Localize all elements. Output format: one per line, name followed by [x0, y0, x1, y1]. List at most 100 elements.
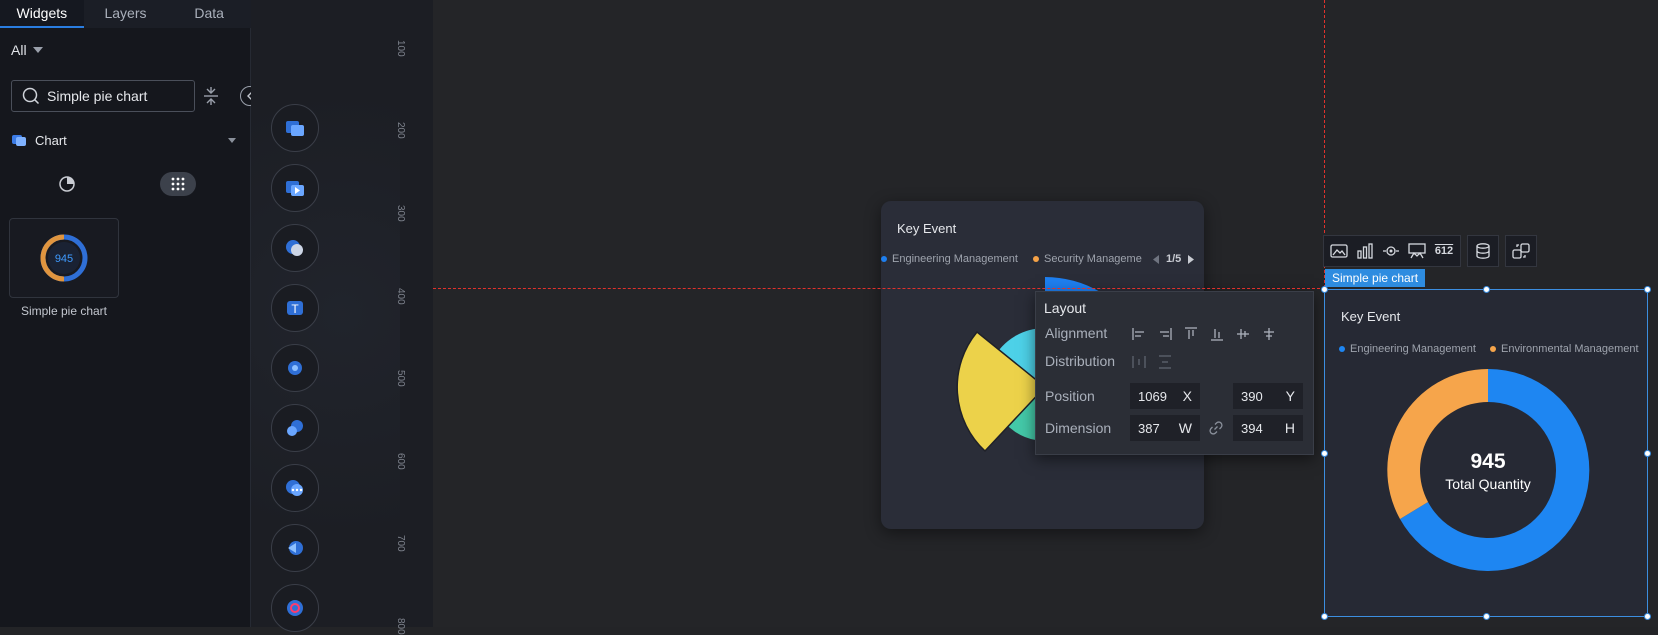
strip-text-icon[interactable]: T: [271, 284, 319, 332]
legend-dot-icon: [1490, 346, 1496, 352]
position-y-field[interactable]: 390 Y: [1233, 383, 1303, 409]
tab-widgets[interactable]: Widgets: [0, 0, 84, 28]
panel-tabs: Widgets Layers Data: [0, 0, 251, 28]
search-input[interactable]: [47, 88, 187, 104]
pager-prev-icon[interactable]: [1153, 254, 1160, 264]
widgets-panel: Widgets Layers Data All Chart: [0, 0, 260, 627]
center-value: 945: [1470, 450, 1505, 473]
center-label: Total Quantity: [1445, 476, 1531, 492]
widget-label: Simple pie chart: [20, 304, 108, 318]
caret-down-icon: [32, 47, 43, 53]
toolbar-group-main: 612: [1323, 235, 1461, 267]
dimension-w-field[interactable]: 387 W: [1130, 415, 1200, 441]
category-label: Chart: [35, 132, 67, 148]
align-middle-icon[interactable]: [1235, 326, 1251, 342]
control-widget-icon: [288, 361, 302, 375]
interaction-icon[interactable]: [1511, 241, 1531, 261]
category-chart[interactable]: Chart: [11, 130, 236, 150]
bar-chart-icon[interactable]: [1355, 241, 1375, 261]
link-icon[interactable]: [1208, 420, 1224, 436]
align-right-icon[interactable]: [1157, 326, 1173, 342]
resize-handle[interactable]: [1321, 613, 1328, 620]
interaction-widget-icon: [288, 541, 303, 555]
layout-panel: Layout Alignment Distribution Position 1…: [1035, 291, 1314, 455]
legend-item[interactable]: Engineering Management: [1339, 343, 1476, 355]
pie-view-icon[interactable]: [56, 173, 78, 195]
legend-dot-icon: [1033, 256, 1039, 262]
resize-handle[interactable]: [1644, 286, 1651, 293]
legend-dot-icon: [1339, 346, 1345, 352]
align-top-icon[interactable]: [1183, 326, 1199, 342]
donut-slice[interactable]: [1387, 369, 1488, 519]
filter-dropdown[interactable]: All: [11, 42, 43, 58]
selection-tag: Simple pie chart: [1325, 269, 1426, 287]
card-title: Key Event: [1341, 309, 1401, 324]
resize-handle[interactable]: [1321, 450, 1328, 457]
dimension-h-value: 394: [1241, 420, 1263, 436]
media-widget-icon: [286, 181, 304, 196]
pager-next-icon[interactable]: [1187, 254, 1195, 264]
resize-handle[interactable]: [1644, 450, 1651, 457]
strip-more-icon[interactable]: [271, 464, 319, 512]
text-widget-icon: T: [287, 301, 303, 316]
alignment-label: Alignment: [1045, 325, 1108, 341]
resize-handle[interactable]: [1483, 286, 1490, 293]
chart-widget-icon: [286, 121, 304, 136]
more-widget-icon: [286, 480, 303, 496]
legend-item[interactable]: Security Manageme: [1033, 253, 1142, 265]
grid-view-button[interactable]: [160, 172, 196, 196]
distribution-label: Distribution: [1045, 353, 1116, 369]
presentation-icon[interactable]: [1407, 241, 1427, 261]
collapse-all-icon[interactable]: [201, 86, 221, 106]
database-icon[interactable]: [1473, 241, 1493, 261]
svg-text:T: T: [291, 302, 299, 316]
widget-toolbar: 612: [1323, 235, 1537, 267]
strip-record-icon[interactable]: [271, 584, 319, 632]
align-bottom-icon[interactable]: [1209, 326, 1225, 342]
toolbar-group-interaction: [1505, 235, 1537, 267]
caret-down-icon: [228, 137, 236, 143]
search-icon: [22, 87, 40, 105]
card-title: Key Event: [897, 221, 957, 236]
location-widget-icon: [287, 420, 303, 436]
tab-layers[interactable]: Layers: [84, 0, 168, 28]
tab-data[interactable]: Data: [167, 0, 251, 28]
vertical-ruler: 100 200 300 400 500 600 700 800: [395, 0, 433, 635]
layout-title: Layout: [1044, 300, 1087, 316]
search-box[interactable]: [11, 80, 195, 112]
grid-icon: [171, 177, 185, 191]
widget-simple-pie-chart[interactable]: 945: [9, 218, 119, 298]
donut-thumbnail: 945: [40, 234, 88, 282]
resize-handle[interactable]: [1321, 286, 1328, 293]
image-icon[interactable]: [1329, 241, 1349, 261]
strip-interaction-icon[interactable]: [271, 524, 319, 572]
strip-location-icon[interactable]: [271, 404, 319, 452]
align-center-icon[interactable]: [1261, 326, 1277, 342]
resize-handle[interactable]: [1644, 613, 1651, 620]
legend-item[interactable]: Environmental Management: [1490, 343, 1639, 355]
position-x-value: 1069: [1138, 388, 1167, 404]
simple-pie-chart-widget[interactable]: Key Event Engineering Management Environ…: [1321, 286, 1651, 620]
strip-media-icon[interactable]: [271, 164, 319, 212]
align-left-icon[interactable]: [1131, 326, 1147, 342]
resize-handle[interactable]: [1483, 613, 1490, 620]
strip-chart-icon[interactable]: [271, 104, 319, 152]
position-y-value: 390: [1241, 388, 1263, 404]
strip-map-icon[interactable]: [271, 224, 319, 272]
strip-control-icon[interactable]: [271, 344, 319, 392]
record-widget-icon: [287, 600, 303, 616]
eye-icon[interactable]: [1381, 241, 1401, 261]
counter-icon[interactable]: 612: [1433, 241, 1455, 261]
thumbnail-value: 945: [55, 253, 73, 265]
dimension-w-value: 387: [1138, 420, 1160, 436]
h-axis-label: H: [1284, 420, 1295, 436]
donut-chart: 945 Total Quantity: [1387, 368, 1590, 571]
dimension-label: Dimension: [1045, 420, 1112, 436]
x-axis-label: X: [1182, 388, 1192, 404]
legend-item[interactable]: Engineering Management: [881, 253, 1018, 265]
distribute-vertical-icon[interactable]: [1157, 354, 1173, 370]
distribute-horizontal-icon[interactable]: [1131, 354, 1147, 370]
dimension-h-field[interactable]: 394 H: [1233, 415, 1303, 441]
position-x-field[interactable]: 1069 X: [1130, 383, 1200, 409]
position-label: Position: [1045, 388, 1095, 404]
